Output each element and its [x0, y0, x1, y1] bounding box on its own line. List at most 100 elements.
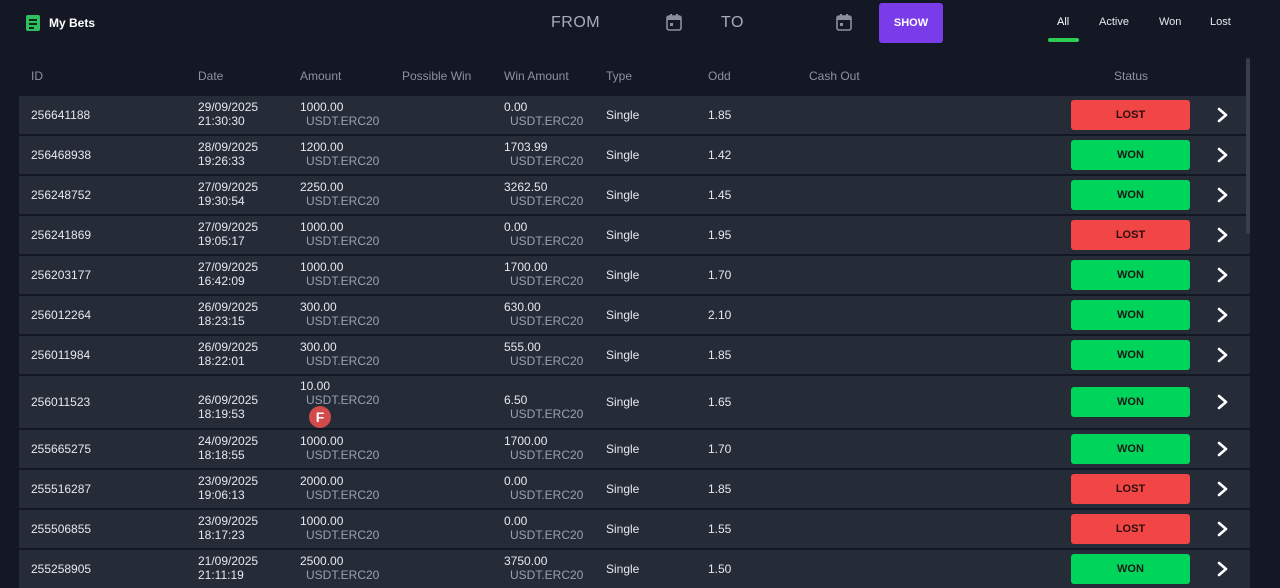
table-row[interactable]: 255258905 21/09/2025 21:11:19 2500.00 USDT.E…: [19, 550, 1250, 588]
column-header-type: Type: [606, 69, 633, 83]
bet-id: 256241869: [31, 228, 92, 242]
status-badge: WON: [1071, 180, 1190, 210]
bet-time: 19:06:13: [198, 488, 245, 502]
chevron-right-icon[interactable]: [1216, 227, 1230, 243]
table-header: ID Date Amount Possible Win Win Amount T…: [0, 69, 1280, 85]
bet-time: 21:11:19: [198, 568, 244, 582]
bet-id: 256011523: [31, 395, 91, 409]
bet-odd: 1.55: [708, 522, 732, 536]
bet-date: 27/09/2025: [198, 260, 259, 274]
scrollbar[interactable]: [1246, 58, 1250, 234]
bet-date: 27/09/2025: [198, 220, 259, 234]
bet-type: Single: [606, 148, 640, 162]
bet-win-amount: 1700.00: [504, 434, 548, 448]
table-row[interactable]: 256248752 27/09/2025 19:30:54 2250.00 USDT.E…: [19, 176, 1250, 214]
bet-date: 21/09/2025: [198, 554, 259, 568]
bet-time: 19:05:17: [198, 234, 245, 248]
status-badge: LOST: [1071, 474, 1190, 504]
chevron-right-icon[interactable]: [1216, 107, 1230, 123]
table-row[interactable]: 256203177 27/09/2025 16:42:09 1000.00 USDT.E…: [19, 256, 1250, 294]
chevron-right-icon[interactable]: [1216, 441, 1230, 457]
tab-all[interactable]: All: [1057, 16, 1069, 28]
bet-win-currency: USDT.ERC20: [510, 448, 584, 462]
table-row[interactable]: 256641188 29/09/2025 21:30:30 1000.00 USDT.E…: [19, 96, 1250, 134]
table-row[interactable]: 256011523 26/09/2025 18:19:53 10.00 USDT.ERC…: [19, 376, 1250, 428]
bet-amount: 1200.00: [300, 140, 344, 154]
bet-amount: 1000.00: [300, 100, 344, 114]
bet-date: 26/09/2025: [198, 340, 259, 354]
table-row[interactable]: 256011984 26/09/2025 18:22:01 300.00 USDT.ER…: [19, 336, 1250, 374]
chevron-right-icon[interactable]: [1216, 267, 1230, 283]
column-header-date: Date: [198, 69, 224, 83]
column-header-id: ID: [31, 69, 43, 83]
bet-time: 18:19:53: [198, 407, 245, 421]
bet-date: 23/09/2025: [198, 474, 259, 488]
table-row[interactable]: 256241869 27/09/2025 19:05:17 1000.00 USDT.E…: [19, 216, 1250, 254]
bet-win-currency: USDT.ERC20: [510, 274, 584, 288]
bet-date: 26/09/2025: [198, 393, 259, 407]
tab-won[interactable]: Won: [1159, 16, 1181, 28]
bet-id: 255258905: [31, 562, 92, 576]
bet-win-currency: USDT.ERC20: [510, 114, 584, 128]
bet-date: 29/09/2025: [198, 100, 259, 114]
bet-win-currency: USDT.ERC20: [510, 314, 584, 328]
bet-win-currency: USDT.ERC20: [510, 354, 584, 368]
bet-win-currency: USDT.ERC20: [510, 234, 584, 248]
bet-win-amount: 0.00: [504, 514, 528, 528]
bet-time: 21:30:30: [198, 114, 245, 128]
bet-win-currency: USDT.ERC20: [510, 528, 584, 542]
chevron-right-icon[interactable]: [1216, 187, 1230, 203]
bet-amount-currency: USDT.ERC20: [306, 393, 380, 407]
bet-amount-currency: USDT.ERC20: [306, 488, 380, 502]
bet-type: Single: [606, 188, 640, 202]
bet-type: Single: [606, 348, 640, 362]
bet-id: 255665275: [31, 442, 92, 456]
bet-amount: 2000.00: [300, 474, 344, 488]
bet-date: 23/09/2025: [198, 514, 259, 528]
bet-time: 19:26:33: [198, 154, 245, 168]
bet-date: 28/09/2025: [198, 140, 259, 154]
bet-time: 18:18:55: [198, 448, 245, 462]
table-row[interactable]: 255506855 23/09/2025 18:17:23 1000.00 USDT.E…: [19, 510, 1250, 548]
table-row[interactable]: 255516287 23/09/2025 19:06:13 2000.00 USDT.E…: [19, 470, 1250, 508]
chevron-right-icon[interactable]: [1216, 347, 1230, 363]
chevron-right-icon[interactable]: [1216, 561, 1230, 577]
bet-win-currency: USDT.ERC20: [510, 488, 584, 502]
bet-win-amount: 3262.50: [504, 180, 548, 194]
bet-id: 255506855: [31, 522, 92, 536]
column-header-amount: Amount: [300, 69, 342, 83]
bet-amount: 1000.00: [300, 434, 344, 448]
chevron-right-icon[interactable]: [1216, 521, 1230, 537]
tab-active[interactable]: Active: [1099, 16, 1129, 28]
bet-date: 26/09/2025: [198, 300, 259, 314]
table-row[interactable]: 256468938 28/09/2025 19:26:33 1200.00 USDT.E…: [19, 136, 1250, 174]
bet-amount-currency: USDT.ERC20: [306, 568, 380, 582]
bet-date: 24/09/2025: [198, 434, 259, 448]
status-badge: WON: [1071, 387, 1190, 417]
bet-amount-currency: USDT.ERC20: [306, 274, 380, 288]
chevron-right-icon[interactable]: [1216, 481, 1230, 497]
bet-amount: 1000.00: [300, 220, 344, 234]
status-badge: WON: [1071, 340, 1190, 370]
chevron-right-icon[interactable]: [1216, 147, 1230, 163]
bet-amount-currency: USDT.ERC20: [306, 114, 380, 128]
tab-lost[interactable]: Lost: [1210, 16, 1231, 28]
status-badge: WON: [1071, 260, 1190, 290]
bet-win-amount: 3750.00: [504, 554, 548, 568]
status-badge: LOST: [1071, 220, 1190, 250]
bet-time: 16:42:09: [198, 274, 245, 288]
bet-amount-currency: USDT.ERC20: [306, 234, 380, 248]
bet-odd: 1.50: [708, 562, 732, 576]
chevron-right-icon[interactable]: [1216, 307, 1230, 323]
table-row[interactable]: 256012264 26/09/2025 18:23:15 300.00 USDT.ER…: [19, 296, 1250, 334]
bet-win-amount: 630.00: [504, 300, 541, 314]
table-row[interactable]: 255665275 24/09/2025 18:18:55 1000.00 USDT.E…: [19, 430, 1250, 468]
column-header-odd: Odd: [708, 69, 731, 83]
bet-type: Single: [606, 308, 640, 322]
bet-win-amount: 0.00: [504, 474, 528, 488]
chevron-right-icon[interactable]: [1216, 394, 1230, 410]
column-header-cash-out: Cash Out: [809, 69, 860, 83]
column-header-win-amount: Win Amount: [504, 69, 569, 83]
bet-amount-currency: USDT.ERC20: [306, 448, 380, 462]
bet-type: Single: [606, 108, 640, 122]
